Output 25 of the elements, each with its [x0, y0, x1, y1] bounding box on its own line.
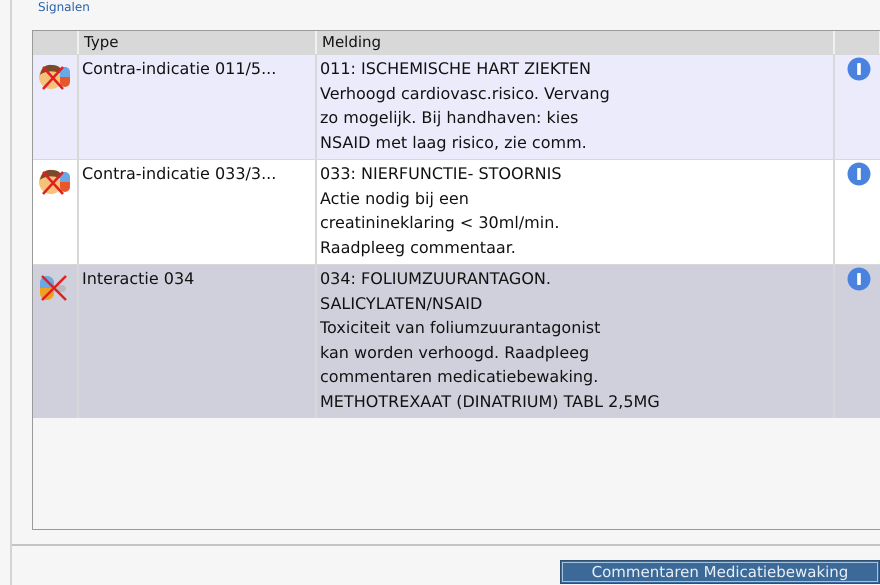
message-line: zo mogelijk. Bij handhaven: kies — [320, 107, 578, 129]
message-line: METHOTREXAAT (DINATRIUM) TABL 2,5MG — [320, 390, 660, 412]
message-line: creatinineklaring < 30ml/min. — [320, 212, 560, 234]
message-line: commentaren medicatiebewaking. — [320, 366, 598, 388]
message-line: 011: ISCHEMISCHE HART ZIEKTEN — [320, 58, 591, 80]
section-link[interactable]: Signalen — [32, 0, 90, 16]
info-icon[interactable] — [847, 162, 871, 186]
message-line: Raadpleeg commentaar. — [320, 236, 516, 258]
person-pill-crossed-icon — [38, 63, 72, 91]
message-line: SALICYLATEN/NSAID — [320, 292, 482, 314]
info-icon[interactable] — [847, 267, 871, 291]
message-line: Toxiciteit van foliumzuurantagonist — [320, 317, 600, 339]
message-line: 034: FOLIUMZUURANTAGON. — [320, 268, 551, 290]
table-cell: Interactie 034 — [79, 265, 317, 418]
message-line: kan worden verhoogd. Raadpleeg — [320, 342, 590, 364]
table-row[interactable]: Contra-indicatie 011/5... 011: ISCHEMISCHE HART ZIEKTEN Verhoogd cardiovasc.risico. Vervang zo mogelijk. Bij handhaven: kies NSAID met laag risico, zie comm. — [33, 54, 880, 159]
table-row[interactable]: Interactie 034 034: FOLIUMZUURANTAGON. SALICYLATEN/NSAID Toxiciteit van foliumzuurantagonist kan worden verhoogd. Raadpleeg commentaren medicatiebewaking. METHOTREXAAT (DINATRIUM) TABL 2,5MG — [33, 264, 880, 418]
message-line: 033: NIERFUNCTIE- STOORNIS — [320, 163, 562, 185]
info-icon[interactable] — [847, 57, 871, 81]
person-pill-crossed-icon — [38, 168, 72, 196]
message-line: Verhoogd cardiovasc.risico. Vervang — [320, 82, 610, 104]
table-row[interactable]: Contra-indicatie 033/3... 033: NIERFUNCTIE- STOORNIS Actie nodig bij een creatinineklaring < 30ml/min. Raadpleeg commentaar. — [33, 159, 880, 264]
message-line: NSAID met laag risico, zie comm. — [320, 132, 587, 154]
comments-button[interactable]: Commentaren Medicatiebewaking — [560, 560, 880, 584]
message-line: Actie nodig bij een — [320, 188, 469, 210]
